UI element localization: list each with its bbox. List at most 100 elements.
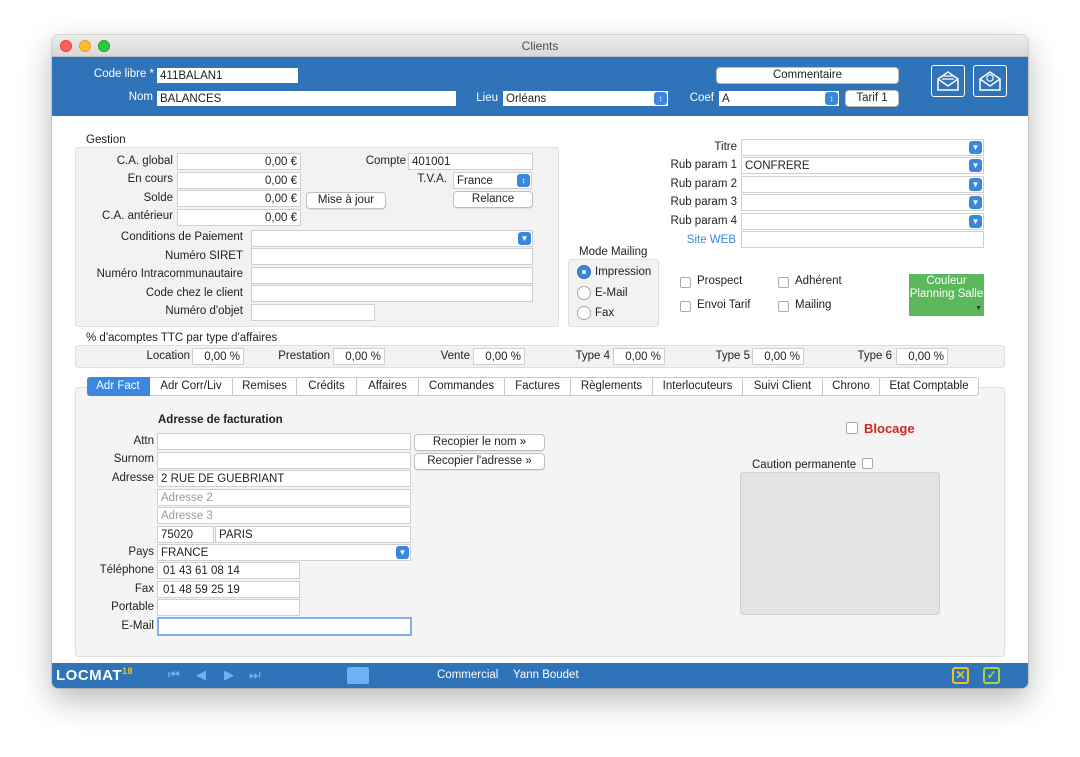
caution-notes-area[interactable] — [740, 472, 940, 615]
email-at-button[interactable] — [973, 65, 1007, 97]
attn-input[interactable] — [157, 433, 411, 450]
tab-adr-fact[interactable]: Adr Fact — [87, 377, 150, 396]
pays-select[interactable]: FRANCE ▼ — [157, 544, 411, 561]
coef-select[interactable]: A ↕ — [718, 90, 840, 107]
acompte-type5-input[interactable]: 0,00 % — [752, 348, 804, 365]
commercial-label: Commercial — [437, 669, 499, 681]
mise-a-jour-button[interactable]: Mise à jour — [306, 192, 386, 209]
adherent-label: Adhérent — [795, 275, 842, 287]
acompte-type4-label: Type 4 — [575, 350, 610, 362]
code-postal-input[interactable]: 75020 — [157, 526, 214, 543]
envoi-tarif-checkbox[interactable] — [680, 301, 691, 312]
couleur-planning-salle-button[interactable]: Couleur Planning Salle ▼ — [909, 274, 984, 316]
recopier-nom-button[interactable]: Recopier le nom » — [414, 434, 545, 451]
previous-record-icon[interactable]: ◀ — [196, 667, 206, 683]
lieu-select[interactable]: Orléans ↕ — [502, 90, 669, 107]
telephone-input[interactable]: 01 43 61 08 14 — [157, 562, 300, 579]
tab-affaires[interactable]: Affaires — [357, 377, 419, 396]
acomptes-title: % d'acomptes TTC par type d'affaires — [86, 332, 278, 344]
blocage-label: Blocage — [864, 421, 915, 436]
email-option-label: E-Mail — [595, 287, 628, 299]
tab-suivi-client[interactable]: Suivi Client — [743, 377, 823, 396]
acompte-location-input[interactable]: 0,00 % — [192, 348, 244, 365]
acompte-prestation-label: Prestation — [278, 350, 330, 362]
tva-label: T.V.A. — [417, 173, 447, 185]
impression-radio[interactable] — [577, 265, 591, 279]
ca-anterieur-field: 0,00 € — [177, 209, 301, 226]
caution-permanente-label: Caution permanente — [752, 459, 857, 471]
tab-reglements[interactable]: Règlements — [571, 377, 653, 396]
portable-label: Portable — [111, 601, 154, 613]
adresse1-input[interactable]: 2 RUE DE GUEBRIANT — [157, 470, 411, 487]
nom-input[interactable]: BALANCES — [156, 90, 457, 107]
site-web-link[interactable]: Site WEB — [652, 234, 736, 246]
envelope-at-icon — [979, 71, 1001, 91]
locmat-logo: LOCMAT18 — [56, 666, 134, 684]
siret-input[interactable] — [251, 248, 533, 265]
titre-label: Titre — [714, 141, 737, 153]
tab-factures[interactable]: Factures — [505, 377, 571, 396]
surnom-input[interactable] — [157, 452, 411, 469]
site-web-input[interactable] — [741, 231, 984, 248]
tab-chrono[interactable]: Chrono — [823, 377, 880, 396]
next-record-icon[interactable]: ▶ — [224, 667, 234, 683]
acompte-vente-input[interactable]: 0,00 % — [473, 348, 525, 365]
adresse3-input[interactable]: Adresse 3 — [157, 507, 411, 524]
acompte-location-label: Location — [146, 350, 190, 362]
last-record-icon[interactable]: ⏭ — [249, 667, 261, 683]
coef-value: A — [722, 93, 730, 105]
rub-param-3-select[interactable]: ▼ — [741, 194, 984, 211]
ville-input[interactable]: PARIS — [215, 526, 411, 543]
adherent-checkbox[interactable] — [778, 277, 789, 288]
prospect-checkbox[interactable] — [680, 277, 691, 288]
first-record-icon[interactable]: ⏮ — [168, 667, 180, 683]
cancel-icon[interactable]: ✕ — [952, 667, 969, 684]
chevron-down-icon: ▼ — [969, 215, 982, 228]
telephone-label: Téléphone — [99, 564, 154, 576]
acompte-type6-input[interactable]: 0,00 % — [896, 348, 948, 365]
conditions-paiement-select[interactable]: ▼ — [251, 230, 533, 247]
folder-icon[interactable] — [347, 667, 369, 684]
titre-select[interactable]: ▼ — [741, 139, 984, 156]
relance-button[interactable]: Relance — [453, 191, 533, 208]
tarif-button[interactable]: Tarif 1 — [845, 90, 899, 107]
lieu-label: Lieu — [476, 92, 498, 104]
mailing-checkbox[interactable] — [778, 301, 789, 312]
validate-icon[interactable]: ✓ — [983, 667, 1000, 684]
fax-input[interactable]: 01 48 59 25 19 — [157, 581, 300, 598]
coef-label: Coef — [689, 92, 714, 104]
title-bar: Clients — [52, 35, 1028, 57]
rub-param-4-select[interactable]: ▼ — [741, 213, 984, 230]
numero-objet-input[interactable] — [251, 304, 375, 321]
portable-input[interactable] — [157, 599, 300, 616]
rub-param-1-select[interactable]: CONFRERE ▼ — [741, 157, 984, 174]
siret-label: Numéro SIRET — [165, 250, 243, 262]
rub-param-2-select[interactable]: ▼ — [741, 176, 984, 193]
acompte-type4-input[interactable]: 0,00 % — [613, 348, 665, 365]
email-radio[interactable] — [577, 286, 591, 300]
tab-remises[interactable]: Remises — [233, 377, 297, 396]
acompte-prestation-input[interactable]: 0,00 % — [333, 348, 385, 365]
tva-select[interactable]: France ↕ — [453, 172, 532, 189]
compte-input[interactable]: 401001 — [408, 153, 533, 170]
tab-interlocuteurs[interactable]: Interlocuteurs — [653, 377, 743, 396]
code-client-input[interactable] — [251, 285, 533, 302]
intracom-input[interactable] — [251, 267, 533, 284]
blocage-checkbox[interactable] — [846, 422, 858, 434]
fax-radio[interactable] — [577, 306, 591, 320]
dropdown-triangle-icon: ▼ — [975, 305, 982, 312]
commentaire-button[interactable]: Commentaire — [716, 67, 899, 84]
tab-etat-comptable[interactable]: Etat Comptable — [880, 377, 979, 396]
tab-commandes[interactable]: Commandes — [419, 377, 505, 396]
tva-value: France — [457, 175, 493, 187]
adresse2-input[interactable]: Adresse 2 — [157, 489, 411, 506]
caution-permanente-checkbox[interactable] — [862, 458, 873, 469]
email-input[interactable] — [157, 617, 412, 636]
recopier-adresse-button[interactable]: Recopier l'adresse » — [414, 453, 545, 470]
surnom-label: Surnom — [113, 453, 154, 465]
chevron-down-icon: ▼ — [969, 159, 982, 172]
email-envelope-button[interactable] — [931, 65, 965, 97]
tab-credits[interactable]: Crédits — [297, 377, 357, 396]
code-libre-input[interactable]: 411BALAN1 — [156, 67, 299, 84]
tab-adr-corr-liv[interactable]: Adr Corr/Liv — [150, 377, 233, 396]
